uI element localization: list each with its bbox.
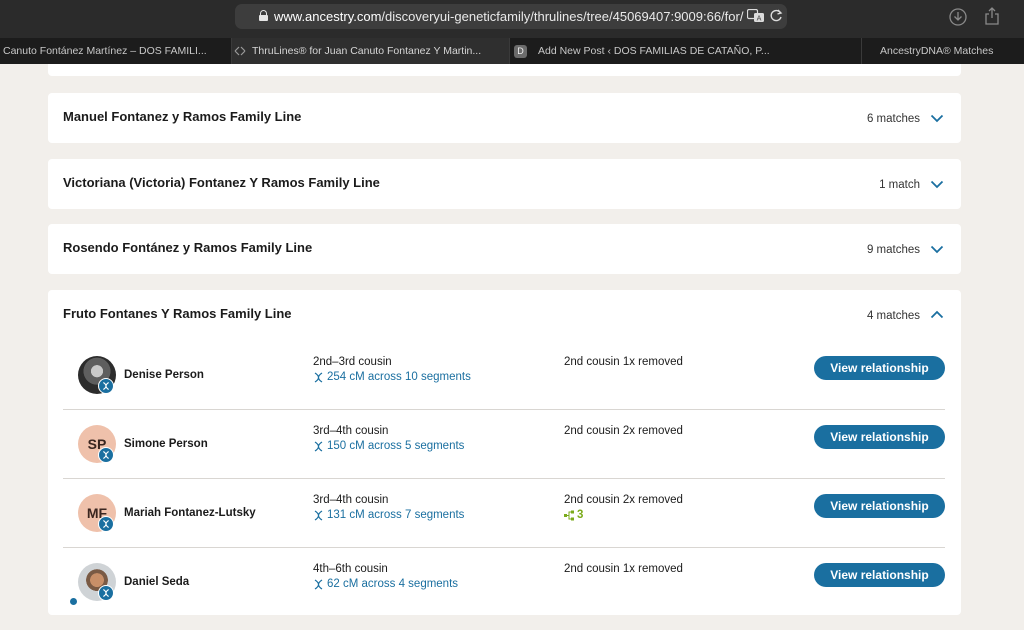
dna-icon	[314, 372, 323, 383]
relationship-range: 2nd–3rd cousin	[313, 356, 392, 368]
url-text[interactable]: www.ancestry.com/discoveryui-geneticfami…	[274, 9, 744, 24]
match-row: Daniel Seda 4th–6th cousin 62 cM across …	[63, 548, 945, 617]
match-name[interactable]: Daniel Seda	[124, 576, 189, 588]
shared-dna-text: 62 cM across 4 segments	[327, 578, 459, 590]
shared-dna-link[interactable]: 62 cM across 4 segments	[313, 578, 458, 590]
family-line-card-previous	[48, 64, 961, 76]
lock-icon	[259, 10, 268, 21]
chevron-down-icon[interactable]	[930, 114, 944, 123]
view-relationship-button[interactable]: View relationship	[814, 494, 945, 518]
chevron-up-icon[interactable]	[930, 310, 944, 319]
tab-label: Canuto Fontánez Martínez – DOS FAMILI...	[3, 45, 207, 57]
dna-icon	[314, 510, 323, 521]
match-name[interactable]: Mariah Fontanez-Lutsky	[124, 507, 256, 519]
match-count: 1 match	[879, 179, 920, 191]
dna-icon	[314, 441, 323, 452]
browser-tab[interactable]: AncestryDNA® Matches	[862, 38, 1024, 64]
reload-icon[interactable]	[770, 9, 783, 22]
share-icon[interactable]	[985, 7, 999, 25]
predicted-relationship: 2nd cousin 2x removed	[564, 425, 683, 437]
predicted-relationship: 2nd cousin 1x removed	[564, 563, 683, 575]
tab-bar: Canuto Fontánez Martínez – DOS FAMILI...…	[0, 38, 1024, 64]
chevron-down-icon[interactable]	[930, 180, 944, 189]
dna-badge-icon	[98, 378, 114, 394]
translate-icon[interactable]: A	[747, 9, 765, 23]
tree-icon	[564, 510, 574, 521]
tab-label: Add New Post ‹ DOS FAMILIAS DE CATAÑO, P…	[538, 45, 770, 57]
chevron-down-icon[interactable]	[930, 245, 944, 254]
tab-label: AncestryDNA® Matches	[880, 45, 994, 57]
site-favicon-icon: D	[514, 45, 527, 58]
predicted-relationship: 2nd cousin 2x removed	[564, 494, 683, 506]
match-row: MF Mariah Fontanez-Lutsky 3rd–4th cousin…	[63, 479, 945, 548]
view-relationship-button[interactable]: View relationship	[814, 563, 945, 587]
svg-text:A: A	[757, 15, 762, 23]
download-icon[interactable]	[949, 8, 967, 26]
relationship-range: 4th–6th cousin	[313, 563, 388, 575]
match-count: 4 matches	[866, 310, 920, 322]
relationship-range: 3rd–4th cousin	[313, 494, 389, 506]
dna-badge-icon	[98, 516, 114, 532]
family-line-title: Rosendo Fontánez y Ramos Family Line	[63, 240, 313, 255]
match-name[interactable]: Simone Person	[124, 438, 208, 450]
dna-badge-icon	[98, 447, 114, 463]
browser-tab[interactable]: D Add New Post ‹ DOS FAMILIAS DE CATAÑO,…	[510, 38, 862, 64]
match-row: Denise Person 2nd–3rd cousin 254 cM acro…	[63, 341, 945, 410]
family-line-card[interactable]: Manuel Fontanez y Ramos Family Line 6 ma…	[48, 93, 961, 143]
match-name[interactable]: Denise Person	[124, 369, 204, 381]
ancestry-favicon-icon	[234, 46, 246, 56]
predicted-relationship: 2nd cousin 1x removed	[564, 356, 683, 368]
shared-dna-link[interactable]: 150 cM across 5 segments	[313, 440, 464, 452]
tab-label: ThruLines® for Juan Canuto Fontanez Y Ma…	[252, 45, 482, 57]
match-count: 9 matches	[866, 244, 920, 256]
family-line-title: Victoriana (Victoria) Fontanez Y Ramos F…	[63, 175, 380, 190]
thrulines-page: Manuel Fontanez y Ramos Family Line 6 ma…	[0, 64, 1024, 630]
tree-count: 3	[577, 509, 584, 521]
family-line-title: Fruto Fontanes Y Ramos Family Line	[63, 306, 292, 321]
online-indicator	[70, 598, 77, 605]
shared-dna-text: 150 cM across 5 segments	[327, 440, 465, 452]
match-row: SP Simone Person 3rd–4th cousin 150 cM a…	[63, 410, 945, 479]
match-count: 6 matches	[866, 113, 920, 125]
family-line-card[interactable]: Rosendo Fontánez y Ramos Family Line 9 m…	[48, 224, 961, 274]
family-line-title: Manuel Fontanez y Ramos Family Line	[63, 109, 302, 124]
shared-dna-link[interactable]: 254 cM across 10 segments	[313, 371, 471, 383]
dna-icon	[314, 579, 323, 590]
tree-link[interactable]: 3	[564, 509, 583, 521]
family-line-card[interactable]: Victoriana (Victoria) Fontanez Y Ramos F…	[48, 159, 961, 209]
view-relationship-button[interactable]: View relationship	[814, 425, 945, 449]
shared-dna-text: 254 cM across 10 segments	[327, 371, 471, 383]
relationship-range: 3rd–4th cousin	[313, 425, 389, 437]
view-relationship-button[interactable]: View relationship	[814, 356, 945, 380]
browser-tab[interactable]: Canuto Fontánez Martínez – DOS FAMILI...	[0, 38, 232, 64]
browser-tab-active[interactable]: ThruLines® for Juan Canuto Fontanez Y Ma…	[232, 38, 510, 64]
dna-badge-icon	[98, 585, 114, 601]
shared-dna-text: 131 cM across 7 segments	[327, 509, 465, 521]
family-line-card-expanded: Fruto Fontanes Y Ramos Family Line 4 mat…	[48, 290, 961, 615]
shared-dna-link[interactable]: 131 cM across 7 segments	[313, 509, 464, 521]
browser-toolbar: www.ancestry.com/discoveryui-geneticfami…	[0, 0, 1024, 38]
